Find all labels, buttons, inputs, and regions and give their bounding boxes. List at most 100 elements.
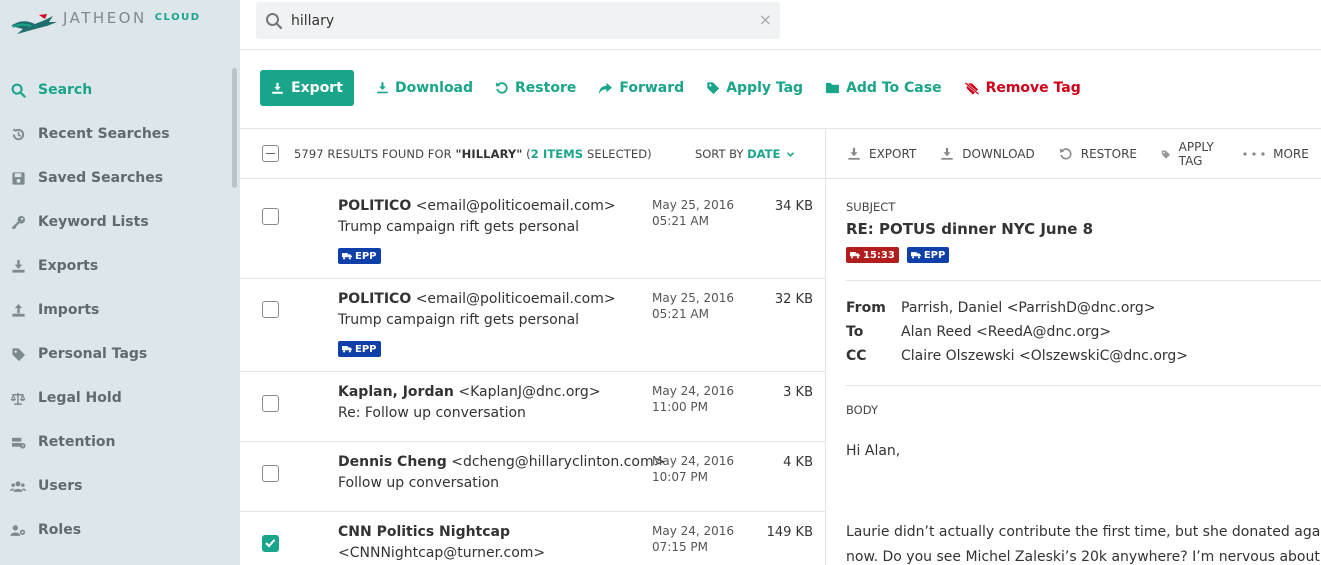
sidebar-scrollbar[interactable] xyxy=(232,68,237,188)
preview-more-button[interactable]: MORE xyxy=(1243,147,1309,161)
sidebar-item-search[interactable]: Search xyxy=(0,68,232,112)
sidebar-item-legal-hold[interactable]: Legal Hold xyxy=(0,376,232,420)
header-key: CC xyxy=(846,348,867,364)
scale-icon xyxy=(10,390,26,406)
subject-label: SUBJECT xyxy=(846,200,896,214)
preview-restore-button[interactable]: RESTORE xyxy=(1059,147,1137,161)
row-checkbox[interactable] xyxy=(262,465,279,482)
search-icon xyxy=(10,82,26,98)
row-sender: POLITICO <email@politicoemail.com> xyxy=(338,198,616,214)
row-checkbox[interactable] xyxy=(262,535,279,552)
preview-restore-label: RESTORE xyxy=(1080,147,1137,161)
badge-label: EPP xyxy=(355,250,377,262)
upload-icon xyxy=(10,302,26,318)
tag-icon xyxy=(707,82,720,95)
sidebar-item-retention[interactable]: Retention xyxy=(0,420,232,464)
row-subject: Re: Follow up conversation xyxy=(338,405,526,421)
add-to-case-button-label: Add To Case xyxy=(846,80,942,96)
pane-divider xyxy=(825,129,826,565)
sidebar-item-label: Roles xyxy=(38,522,82,538)
row-sender-name: POLITICO xyxy=(338,198,412,214)
apply-tag-button[interactable]: Apply Tag xyxy=(706,80,803,96)
sidebar-item-recent-searches[interactable]: Recent Searches xyxy=(0,112,232,156)
row-date: May 24, 2016 07:15 PM xyxy=(652,523,734,555)
row-date: May 25, 2016 05:21 AM xyxy=(652,290,734,322)
sidebar: JATHEON CLOUD Search Recent Searches Sav… xyxy=(0,0,240,565)
row-checkbox[interactable] xyxy=(262,208,279,225)
row-sender: CNN Politics Nightcap xyxy=(338,524,510,540)
results-open-paren: ( xyxy=(522,146,531,161)
preview-apply-tag-button[interactable]: APPLY TAG xyxy=(1161,140,1219,168)
row-date-time: 05:21 AM xyxy=(652,307,709,321)
row-size: 32 KB xyxy=(774,292,813,307)
save-icon xyxy=(10,170,26,186)
users-icon xyxy=(10,478,26,494)
table-row[interactable]: POLITICO <email@politicoemail.com> Trump… xyxy=(240,279,825,372)
preview-export-button[interactable]: EXPORT xyxy=(847,147,916,161)
restore-button[interactable]: Restore xyxy=(495,80,576,96)
clear-search-icon[interactable]: × xyxy=(759,10,772,29)
sidebar-item-imports[interactable]: Imports xyxy=(0,288,232,332)
sidebar-item-saved-searches[interactable]: Saved Searches xyxy=(0,156,232,200)
header-key: From xyxy=(846,300,886,316)
history-icon xyxy=(10,126,26,142)
sidebar-item-personal-tags[interactable]: Personal Tags xyxy=(0,332,232,376)
table-row[interactable]: Dennis Cheng <dcheng@hillaryclinton.com>… xyxy=(240,442,825,512)
body-greeting: Hi Alan, xyxy=(846,443,901,459)
row-sender-email: <email@politicoemail.com> xyxy=(415,198,616,214)
forward-button[interactable]: Forward xyxy=(598,80,684,96)
table-row[interactable]: CNN Politics Nightcap <CNNNightcap@turne… xyxy=(240,512,825,565)
forward-icon xyxy=(599,82,613,94)
row-sender-email: <CNNNightcap@turner.com> xyxy=(338,545,546,561)
header-value: Parrish, Daniel <ParrishD@dnc.org> xyxy=(901,300,1156,316)
preview-header-divider xyxy=(846,280,1321,281)
row-date: May 24, 2016 11:00 PM xyxy=(652,383,734,415)
preview-toolbar-divider xyxy=(826,178,1321,179)
row-size: 149 KB xyxy=(766,525,813,540)
add-to-case-button[interactable]: Add To Case xyxy=(825,80,942,96)
row-subject: Trump campaign rift gets personal xyxy=(338,312,580,328)
download-icon xyxy=(377,82,388,94)
row-date-time: 07:15 PM xyxy=(652,540,708,554)
preview-subject: RE: POTUS dinner NYC June 8 xyxy=(846,220,1094,238)
epp-badge: EPP xyxy=(906,247,950,263)
tag-icon xyxy=(1161,150,1171,159)
sidebar-item-label: Imports xyxy=(38,302,100,318)
download-button[interactable]: Download xyxy=(376,80,473,96)
sidebar-item-keyword-lists[interactable]: Keyword Lists xyxy=(0,200,232,244)
sidebar-item-exports[interactable]: Exports xyxy=(0,244,232,288)
sidebar-item-users[interactable]: Users xyxy=(0,464,232,508)
row-sender-email: <email@politicoemail.com> xyxy=(415,291,616,307)
action-toolbar: Export Download Restore Forward Apply Ta… xyxy=(260,70,1081,106)
results-header: 5797 RESULTS FOUND FOR "HILLARY" (2 ITEM… xyxy=(240,129,825,179)
row-sender-name: POLITICO xyxy=(338,291,412,307)
logo[interactable]: JATHEON CLOUD xyxy=(9,9,201,39)
sidebar-nav: Search Recent Searches Saved Searches Ke… xyxy=(0,68,232,552)
forward-button-label: Forward xyxy=(619,80,685,96)
preview-download-label: DOWNLOAD xyxy=(962,147,1035,161)
preview-download-button[interactable]: DOWNLOAD xyxy=(940,147,1035,161)
sidebar-item-label: Keyword Lists xyxy=(38,214,149,230)
sort-by-dropdown[interactable]: SORT BY DATE xyxy=(695,147,795,161)
row-size: 4 KB xyxy=(783,455,813,470)
sidebar-item-label: Users xyxy=(38,478,83,494)
remove-tag-button[interactable]: Remove Tag xyxy=(964,80,1081,96)
select-all-checkbox[interactable] xyxy=(262,145,279,162)
search-input[interactable] xyxy=(291,12,731,29)
row-date-day: May 25, 2016 xyxy=(652,291,735,305)
folder-icon xyxy=(826,82,840,94)
row-date-time: 11:00 PM xyxy=(652,400,708,414)
row-date-time: 05:21 AM xyxy=(652,214,709,228)
sidebar-item-roles[interactable]: Roles xyxy=(0,508,232,552)
row-checkbox[interactable] xyxy=(262,301,279,318)
brand-name: JATHEON xyxy=(63,9,147,27)
remove-tag-icon xyxy=(964,81,979,95)
download-icon xyxy=(941,147,953,160)
table-row[interactable]: POLITICO <email@politicoemail.com> Trump… xyxy=(240,186,825,279)
sidebar-item-label: Personal Tags xyxy=(38,346,148,362)
restore-icon xyxy=(495,82,508,94)
table-row[interactable]: Kaplan, Jordan <KaplanJ@dnc.org> Re: Fol… xyxy=(240,372,825,442)
row-checkbox[interactable] xyxy=(262,395,279,412)
header-to: To Alan Reed <ReedA@dnc.org> xyxy=(846,324,1111,340)
export-button[interactable]: Export xyxy=(260,70,354,106)
